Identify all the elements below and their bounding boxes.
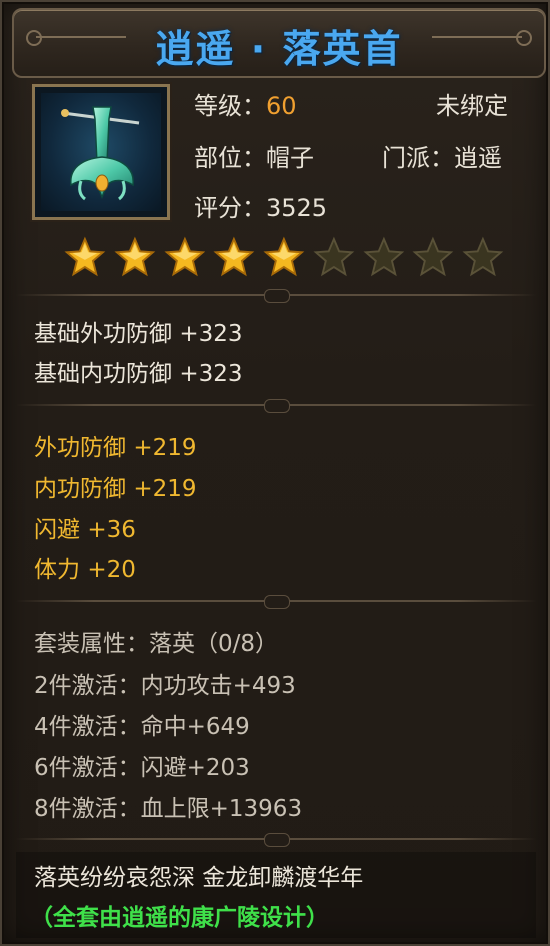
extra-stat-row: 外功防御 +219	[34, 428, 196, 462]
extra-stat-row: 闪避 +36	[34, 510, 136, 544]
extra-stat-value: +219	[133, 435, 197, 461]
extra-stat-row: 内功防御 +219	[34, 469, 196, 503]
item-icon-slot[interactable]	[32, 84, 170, 220]
extra-stat-value: +36	[87, 517, 136, 543]
extra-stat-value: +219	[133, 476, 197, 502]
slot-label: 部位：	[194, 144, 266, 172]
extra-stat-name: 闪避	[34, 517, 80, 543]
star-filled-icon	[114, 236, 156, 277]
extra-stat-name: 外功防御	[34, 435, 126, 461]
set-bonus-label: 8件激活：	[34, 796, 141, 822]
item-tooltip-panel: 逍遥 · 落英首 等级：60 未绑定 部位：帽子 门派：逍遥 评分：3525 基…	[0, 0, 550, 946]
designer-credit: （全套由逍遥的康广陵设计）	[30, 905, 329, 931]
set-bonus-effect: 闪避+203	[140, 755, 250, 781]
set-bonus-row: 8件激活：血上限+13963	[34, 789, 302, 823]
score-label: 评分：	[194, 194, 266, 222]
star-rating	[64, 236, 504, 284]
divider	[16, 833, 536, 847]
star-filled-icon	[213, 236, 255, 277]
slot-row: 部位：帽子	[194, 138, 314, 173]
sect-label: 门派：	[382, 144, 454, 172]
base-stat-value: +323	[179, 321, 243, 347]
extra-stat-name: 内功防御	[34, 476, 126, 502]
slot-value: 帽子	[266, 144, 314, 172]
set-bonus-label: 2件激活：	[34, 673, 141, 699]
item-name: 逍遥 · 落英首	[155, 27, 403, 71]
base-stat-row: 基础内功防御 +323	[34, 354, 242, 388]
jade-hairpin-icon	[41, 93, 161, 211]
extra-stat-value: +20	[87, 557, 136, 583]
star-empty-icon	[462, 236, 504, 277]
set-bonus-effect: 命中+649	[140, 714, 250, 740]
set-bonus-row: 2件激活：内功攻击+493	[34, 666, 296, 700]
extra-stat-name: 体力	[34, 557, 80, 583]
base-stat-value: +323	[179, 361, 243, 387]
set-bonus-row: 6件激活：闪避+203	[34, 748, 250, 782]
divider	[16, 289, 536, 303]
set-bonus-label: 6件激活：	[34, 755, 141, 781]
set-bonus-label: 4件激活：	[34, 714, 141, 740]
level-value: 60	[266, 92, 297, 120]
star-filled-icon	[263, 236, 305, 277]
base-stat-name: 基础外功防御	[34, 321, 172, 347]
score-value: 3525	[266, 194, 328, 222]
star-empty-icon	[412, 236, 454, 277]
star-empty-icon	[313, 236, 355, 277]
sect-row: 门派：逍遥	[382, 138, 502, 173]
divider	[16, 399, 536, 413]
base-stat-row: 基础外功防御 +323	[34, 314, 242, 348]
level-label: 等级：	[194, 92, 266, 120]
set-header: 套装属性：落英（0/8）	[34, 631, 279, 657]
star-filled-icon	[164, 236, 205, 277]
set-bonus-effect: 血上限+13963	[140, 796, 303, 822]
set-bonus-effect: 内功攻击+493	[140, 673, 296, 699]
base-stat-name: 基础内功防御	[34, 361, 172, 387]
score-row: 评分：3525	[194, 188, 327, 223]
set-bonus-row: 4件激活：命中+649	[34, 707, 250, 741]
star-empty-icon	[363, 236, 404, 277]
level-row: 等级：60	[194, 86, 297, 121]
divider	[16, 595, 536, 609]
title-banner: 逍遥 · 落英首	[12, 8, 546, 78]
star-filled-icon	[64, 236, 106, 277]
flavor-poem: 落英纷纷哀怨深 金龙卸麟渡华年	[34, 865, 364, 891]
extra-stat-row: 体力 +20	[34, 550, 136, 584]
sect-value: 逍遥	[454, 144, 502, 172]
bind-status: 未绑定	[436, 92, 508, 120]
